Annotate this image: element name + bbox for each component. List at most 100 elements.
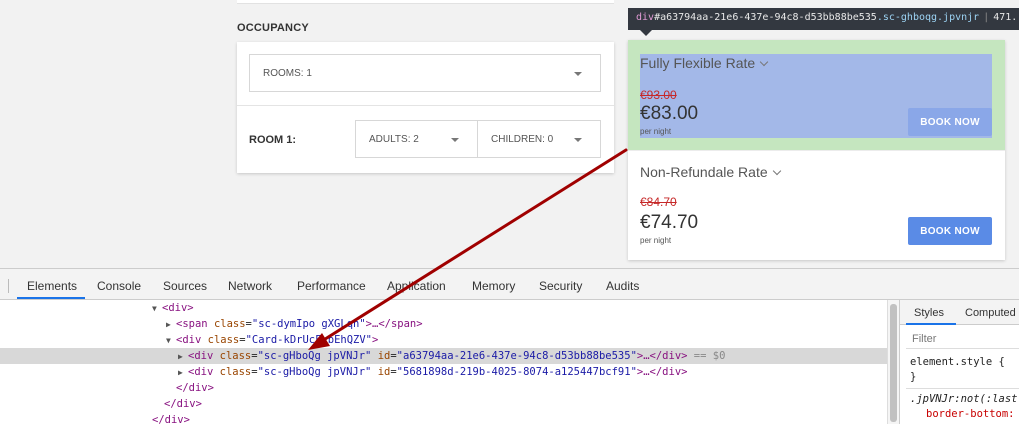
expanded-triangle-icon: ▼	[152, 304, 157, 313]
rate-name-label: Fully Flexible Rate	[640, 55, 756, 71]
old-price: €84.70	[640, 195, 677, 209]
tooltip-separator: |	[983, 12, 990, 23]
per-night-label: per night	[640, 236, 672, 245]
dom-tag: >…</span>	[365, 318, 423, 330]
rate-divider	[628, 150, 1005, 151]
css-rule-property: border-bottom:	[926, 408, 1015, 420]
tooltip-tag: div	[636, 12, 655, 23]
dom-node[interactable]: ▶ <span class="sc-dymIpo gXGLqh">…</span>	[166, 316, 423, 332]
caret-down-icon	[574, 138, 582, 142]
rule-divider	[906, 388, 1019, 389]
rule-close-brace: }	[910, 371, 917, 383]
collapsed-triangle-icon: ▶	[166, 320, 171, 329]
selected-node-marker: == $0	[693, 350, 726, 362]
tab-network[interactable]: Network	[228, 279, 272, 293]
collapsed-triangle-icon: ▶	[178, 352, 183, 361]
tab-security[interactable]: Security	[539, 279, 582, 293]
dom-attr-name: id	[377, 350, 391, 362]
dom-attr-name: id	[377, 366, 391, 378]
tab-memory[interactable]: Memory	[472, 279, 515, 293]
price: €83.00	[640, 103, 699, 124]
occupancy-title: OCCUPANCY	[237, 22, 309, 34]
active-tab-indicator	[17, 297, 85, 299]
dom-tag: >	[372, 334, 379, 346]
chevron-down-icon	[772, 166, 781, 176]
dom-attr-name: class	[219, 366, 252, 378]
rate-name-label: Non-Refundale Rate	[640, 164, 768, 180]
dom-node[interactable]: </div>	[176, 380, 214, 396]
dom-attr-value: "Card-kDrUcF bEhQZV"	[245, 334, 372, 346]
dom-attr-name: class	[219, 350, 252, 362]
per-night-label: per night	[640, 127, 672, 136]
dom-node-selected[interactable]: ▶ <div class="sc-gHboQg jpVNJr" id="a6379…	[0, 348, 887, 364]
caret-down-icon	[574, 72, 582, 76]
tooltip-classes: .sc-ghboqg.jpvnjr	[876, 12, 980, 23]
tab-computed[interactable]: Computed	[965, 307, 1016, 319]
dom-node[interactable]: </div>	[164, 396, 202, 412]
element-style-rule: element.style {	[910, 356, 1005, 368]
dom-node[interactable]: ▼ <div class="Card-kDrUcF bEhQZV">	[166, 332, 378, 348]
tab-performance[interactable]: Performance	[297, 279, 366, 293]
dom-attr-name: class	[207, 334, 240, 346]
tab-styles[interactable]: Styles	[914, 307, 944, 319]
rate-name-nonrefundable[interactable]: Non-Refundale Rate	[640, 164, 781, 180]
dom-tag: <span	[176, 318, 208, 330]
dom-attr-value: "a63794aa-21e6-437e-94c8-d53bb88be535"	[396, 350, 637, 362]
dom-scrollbar[interactable]	[887, 300, 899, 424]
dom-tag: </div>	[176, 382, 214, 394]
dock-separator	[8, 279, 9, 293]
price: €74.70	[640, 212, 699, 233]
tab-application[interactable]: Application	[387, 279, 446, 293]
dom-tag: <div>	[162, 302, 194, 314]
dom-tag: <div	[176, 334, 202, 346]
dom-tag: </div>	[152, 414, 190, 424]
tooltip-id: #a63794aa-21e6-437e-94c8-d53bb88be535	[654, 12, 877, 23]
children-select[interactable]: CHILDREN: 0	[477, 120, 601, 158]
tab-elements[interactable]: Elements	[27, 279, 77, 293]
old-price: €93.00	[640, 88, 677, 102]
collapsed-triangle-icon: ▶	[178, 368, 183, 377]
dom-tag: <div	[188, 350, 214, 362]
chevron-down-icon	[759, 57, 769, 67]
dom-attr-name: class	[213, 318, 246, 330]
tooltip-arrow	[640, 30, 652, 36]
children-select-label: CHILDREN: 0	[491, 134, 554, 145]
dom-tag: <div	[188, 366, 214, 378]
styles-pane: Styles Computed Filter element.style { }…	[899, 300, 1019, 424]
dom-node[interactable]: ▶ <div class="sc-gHboQg jpVNJr" id="56818…	[178, 364, 687, 380]
dom-tree: ▼ <div> ▶ <span class="sc-dymIpo gXGLqh">……	[0, 300, 887, 424]
dom-attr-value: "sc-gHboQg jpVNJr"	[257, 366, 372, 378]
devtools-tab-bar: Elements Console Sources Network Perform…	[0, 269, 1019, 300]
top-card-edge	[237, 0, 614, 4]
occupancy-divider	[237, 105, 614, 106]
dom-node[interactable]: </div>	[152, 412, 190, 424]
rate-name-flexible[interactable]: Fully Flexible Rate	[640, 55, 769, 71]
expanded-triangle-icon: ▼	[166, 336, 171, 345]
dom-tag: </div>	[164, 398, 202, 410]
tab-console[interactable]: Console	[97, 279, 141, 293]
css-rule-selector: .jpVNJr:not(:last	[910, 393, 1018, 405]
page-viewport: OCCUPANCY ROOMS: 1 ROOM 1: ADULTS: 2 CHI…	[0, 0, 1019, 268]
inspect-tooltip: div#a63794aa-21e6-437e-94c8-d53bb88be535…	[628, 8, 1019, 30]
book-now-button[interactable]: BOOK NOW	[908, 108, 992, 136]
devtools-panel: Elements Console Sources Network Perform…	[0, 268, 1019, 424]
dom-attr-value: "sc-gHboQg jpVNJr"	[257, 350, 372, 362]
dom-tag: >…</div>	[636, 366, 688, 378]
tab-sources[interactable]: Sources	[163, 279, 207, 293]
styles-filter-input[interactable]: Filter	[906, 331, 1019, 349]
scrollbar-thumb[interactable]	[890, 304, 897, 422]
rooms-select[interactable]: ROOMS: 1	[249, 54, 601, 92]
tab-audits[interactable]: Audits	[606, 279, 639, 293]
dom-node[interactable]: ▼ <div>	[152, 300, 194, 316]
dom-tag: >…</div>	[636, 350, 688, 362]
dom-attr-value: "5681898d-219b-4025-8074-a125447bcf91"	[396, 366, 637, 378]
tooltip-size: 471.	[993, 12, 1018, 23]
rooms-select-label: ROOMS: 1	[263, 68, 312, 79]
active-tab-indicator	[906, 323, 956, 325]
dom-attr-value: "sc-dymIpo gXGLqh"	[251, 318, 366, 330]
room-1-label: ROOM 1:	[249, 134, 297, 146]
adults-select[interactable]: ADULTS: 2	[355, 120, 478, 158]
styles-tab-bar: Styles Computed	[900, 300, 1019, 325]
caret-down-icon	[451, 138, 459, 142]
book-now-button[interactable]: BOOK NOW	[908, 217, 992, 245]
